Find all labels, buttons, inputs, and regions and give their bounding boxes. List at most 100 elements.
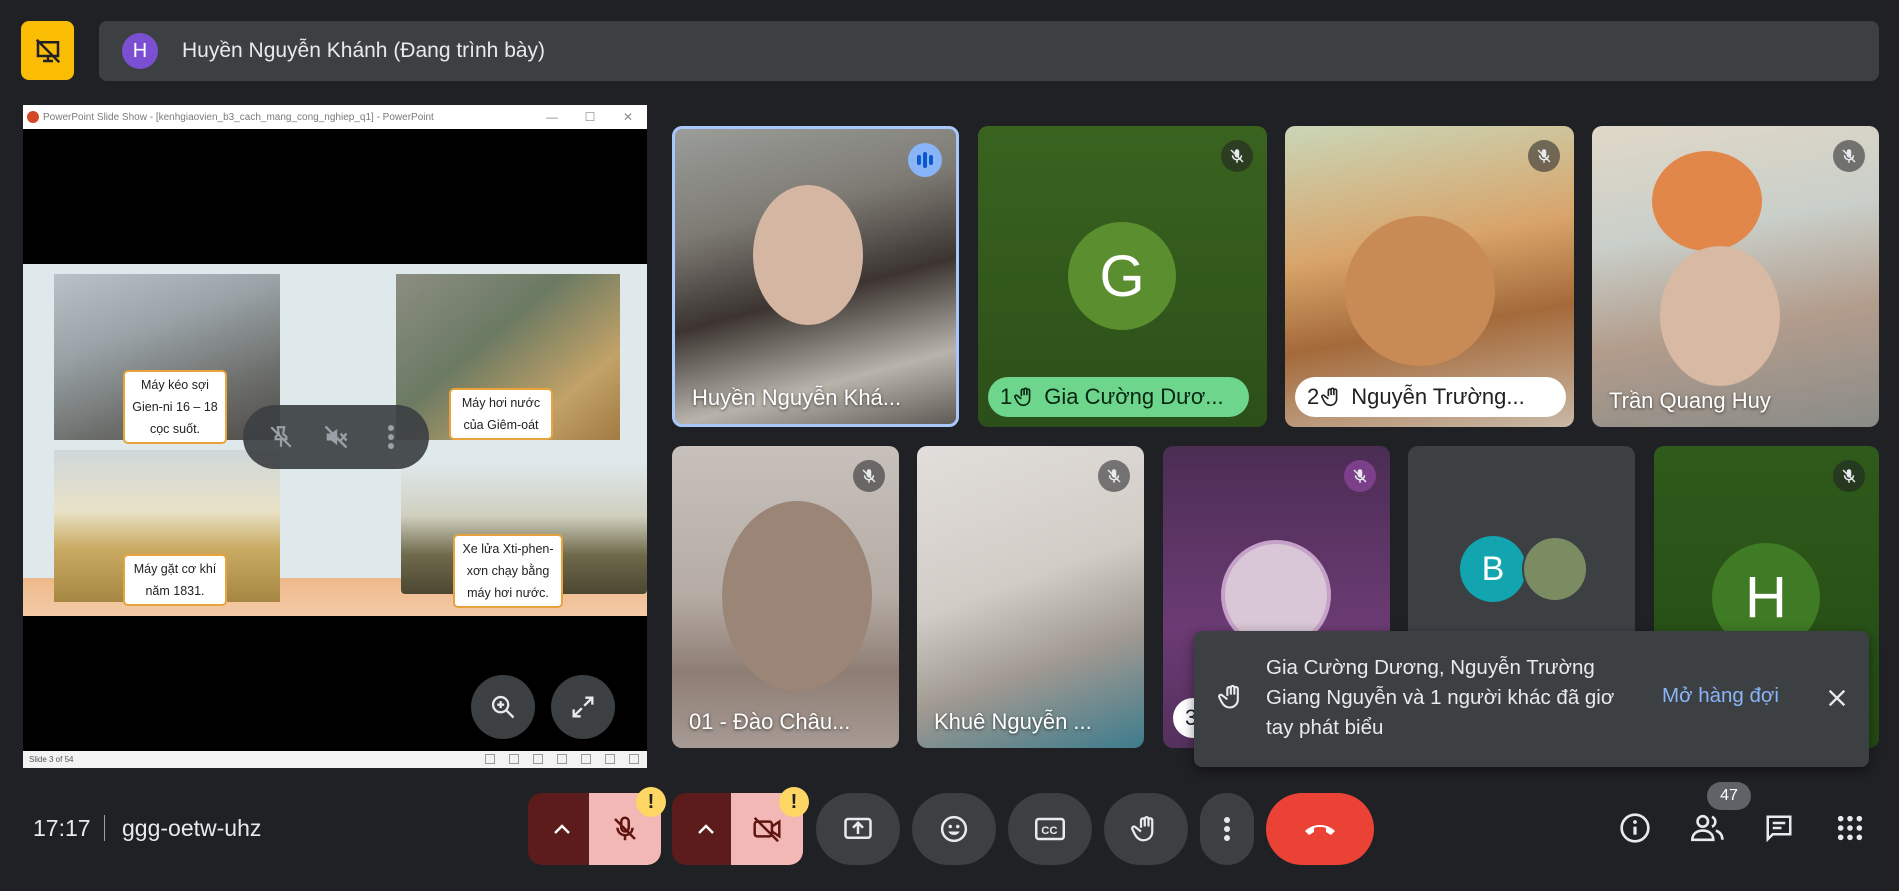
raised-hand-icon xyxy=(1218,683,1246,716)
normal-view-icon[interactable] xyxy=(557,754,567,764)
participant-tile-nguyen[interactable]: 2 Nguyễn Trường... xyxy=(1285,126,1574,427)
mic-off-icon xyxy=(614,816,636,841)
volume-off-icon xyxy=(324,425,348,449)
maximize-button[interactable]: ☐ xyxy=(571,110,609,124)
present-to-all-icon xyxy=(844,817,872,839)
statusbar-icons xyxy=(485,754,639,764)
mic-off-icon xyxy=(1842,469,1856,483)
presenter-label: Huyền Nguyễn Khánh (Đang trình bày) xyxy=(182,39,546,62)
raise-hand-button[interactable] xyxy=(1104,793,1188,865)
present-screen-button[interactable] xyxy=(816,793,900,865)
mic-off-icon xyxy=(1107,469,1121,483)
mic-off-icon xyxy=(1353,469,1367,483)
presentation-status-icon[interactable] xyxy=(21,21,74,80)
mic-off-icon xyxy=(1230,149,1244,163)
chat-button[interactable] xyxy=(1759,808,1799,848)
minimize-button[interactable]: — xyxy=(533,110,571,124)
call-end-icon xyxy=(1305,825,1335,835)
mic-off-icon xyxy=(1842,149,1856,163)
participant-avatar: B xyxy=(1460,536,1526,602)
audio-options-button[interactable] xyxy=(528,793,596,865)
presenting-icon xyxy=(35,38,60,63)
close-icon xyxy=(1828,689,1846,707)
slide-counter: Slide 3 of 54 xyxy=(29,755,74,764)
participant-tile-dao[interactable]: 01 - Đào Châu... xyxy=(672,446,899,748)
tile-controls xyxy=(243,405,429,469)
closed-caption-icon: CC xyxy=(1035,817,1065,841)
mute-tile-button[interactable] xyxy=(316,417,356,457)
hand-queue-number: 1 xyxy=(1000,384,1013,409)
activities-button[interactable] xyxy=(1830,808,1870,848)
mic-warning-icon[interactable]: ! xyxy=(636,787,666,817)
reading-view-icon[interactable] xyxy=(605,754,615,764)
leave-call-button[interactable] xyxy=(1266,793,1374,865)
participant-name: Trần Quang Huy xyxy=(1609,388,1771,413)
cat-filter-graphic xyxy=(1652,151,1762,251)
mic-off-icon xyxy=(1537,149,1551,163)
raised-hand-pill: 1 Gia Cường Dươ... xyxy=(988,377,1249,417)
muted-indicator xyxy=(1528,140,1560,172)
presenter-avatar: H xyxy=(122,33,158,69)
callout-train: Xe lửa Xti-phen-xơn chạy bằng máy hơi nư… xyxy=(453,534,563,608)
raised-hand-icon xyxy=(1014,387,1031,407)
prev-slide-icon[interactable] xyxy=(485,754,495,764)
slideshow-view-icon[interactable] xyxy=(629,754,639,764)
toast-close-button[interactable] xyxy=(1822,683,1852,713)
powerpoint-icon xyxy=(27,111,39,123)
more-vert-icon xyxy=(388,425,395,449)
more-options-button[interactable] xyxy=(1200,793,1254,865)
close-window-button[interactable]: ✕ xyxy=(609,110,647,124)
hand-queue-number: 2 xyxy=(1307,384,1320,409)
chevron-up-icon xyxy=(698,824,714,834)
raised-hand-pill: 2 Nguyễn Trường... xyxy=(1295,377,1566,417)
participant-tile-gia[interactable]: G 1 Gia Cường Dươ... xyxy=(978,126,1267,427)
presenter-banner: H Huyền Nguyễn Khánh (Đang trình bày) xyxy=(99,21,1879,81)
meeting-details-button[interactable] xyxy=(1615,808,1655,848)
divider xyxy=(104,815,105,841)
open-queue-button[interactable]: Mở hàng đợi xyxy=(1662,684,1779,708)
emoji-icon xyxy=(940,815,968,843)
participant-name: Nguyễn Trường... xyxy=(1351,384,1525,409)
fullscreen-button[interactable] xyxy=(551,675,615,739)
participant-video xyxy=(722,501,872,691)
unpin-button[interactable] xyxy=(261,417,301,457)
toast-message: Gia Cường Dương, Nguyễn Trường Giang Ngu… xyxy=(1266,656,1615,739)
muted-indicator xyxy=(1833,460,1865,492)
unpin-icon xyxy=(270,426,292,448)
participant-avatar: G xyxy=(1068,222,1176,330)
videocam-off-icon xyxy=(753,817,781,843)
presentation-panel[interactable]: PowerPoint Slide Show - [kenhgiaovien_b3… xyxy=(23,105,647,768)
camera-warning-icon[interactable]: ! xyxy=(779,787,809,817)
participant-count-badge: 47 xyxy=(1707,782,1751,810)
muted-indicator xyxy=(1221,140,1253,172)
captions-button[interactable]: CC xyxy=(1008,793,1092,865)
speaking-indicator xyxy=(908,143,942,177)
audio-bars-icon xyxy=(917,152,933,168)
chat-icon xyxy=(1766,815,1792,843)
next-slide-icon[interactable] xyxy=(533,754,543,764)
people-button[interactable] xyxy=(1688,808,1728,848)
participant-tile-tran[interactable]: Trần Quang Huy xyxy=(1592,126,1879,427)
tile-more-button[interactable] xyxy=(371,417,411,457)
participant-avatar-image xyxy=(1522,536,1588,602)
callout-harvester: Máy gặt cơ khí năm 1831. xyxy=(123,554,227,606)
reactions-button[interactable] xyxy=(912,793,996,865)
raised-hand-icon xyxy=(1321,387,1338,407)
people-icon xyxy=(1691,814,1724,842)
participant-name: Huyền Nguyễn Khá... xyxy=(692,385,902,410)
chevron-up-icon xyxy=(554,824,570,834)
sorter-view-icon[interactable] xyxy=(581,754,591,764)
meeting-clock: 17:17 xyxy=(33,815,91,841)
muted-indicator xyxy=(1098,460,1130,492)
callout-steam: Máy hơi nước của Giêm-oát xyxy=(449,388,553,440)
video-options-button[interactable] xyxy=(672,793,740,865)
raised-hands-toast: Gia Cường Dương, Nguyễn Trường Giang Ngu… xyxy=(1194,631,1869,767)
menu-icon[interactable] xyxy=(509,754,519,764)
participant-video xyxy=(1345,216,1495,366)
apps-grid-icon xyxy=(1837,815,1863,841)
participant-tile-huyen[interactable]: Huyền Nguyễn Khá... xyxy=(672,126,959,427)
muted-indicator xyxy=(1833,140,1865,172)
zoom-button[interactable] xyxy=(471,675,535,739)
participant-tile-khue[interactable]: Khuê Nguyễn ... xyxy=(917,446,1144,748)
participant-video xyxy=(1660,246,1780,386)
